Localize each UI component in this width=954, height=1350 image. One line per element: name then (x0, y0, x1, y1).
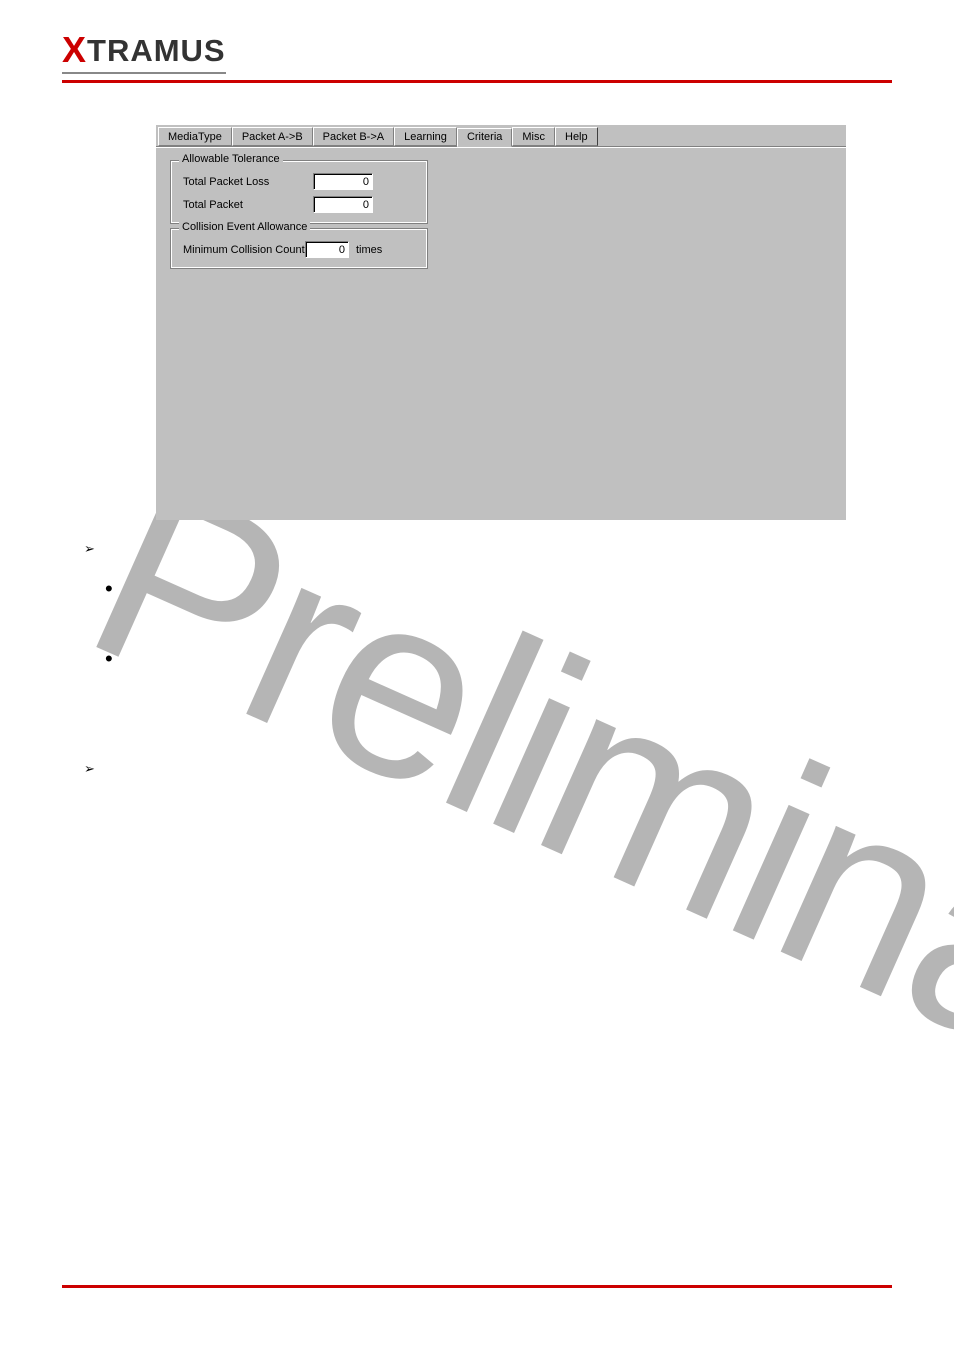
allowable-tolerance-group: Allowable Tolerance Total Packet Loss To… (170, 160, 428, 224)
tab-packet-b-a[interactable]: Packet B->A (313, 127, 394, 146)
tab-mediatype[interactable]: MediaType (158, 127, 232, 146)
tab-packet-a-b[interactable]: Packet A->B (232, 127, 313, 146)
collision-event-allowance-group: Collision Event Allowance Minimum Collis… (170, 228, 428, 269)
settings-dialog: MediaType Packet A->B Packet B->A Learni… (156, 125, 846, 520)
brand-underline (62, 72, 226, 74)
chevron-icon: ➢ (84, 761, 95, 777)
bullet-icon: • (105, 655, 113, 663)
criteria-panel-body: Allowable Tolerance Total Packet Loss To… (156, 147, 846, 285)
bullet-icon: • (105, 585, 113, 593)
total-packet-input[interactable] (313, 196, 373, 213)
minimum-collision-count-label: Minimum Collision Count (183, 244, 305, 256)
tab-help[interactable]: Help (555, 127, 598, 146)
watermark-text: Preliminary (52, 421, 954, 1196)
tab-misc[interactable]: Misc (512, 127, 555, 146)
tab-learning[interactable]: Learning (394, 127, 457, 146)
times-suffix: times (356, 244, 382, 256)
bottom-rule (62, 1285, 892, 1288)
allowable-tolerance-legend: Allowable Tolerance (179, 153, 283, 165)
brand-x: X (62, 29, 87, 70)
minimum-collision-count-input[interactable] (305, 241, 349, 258)
total-packet-loss-input[interactable] (313, 173, 373, 190)
brand-rest: TRAMUS (87, 33, 226, 68)
top-rule (62, 80, 892, 83)
collision-event-allowance-legend: Collision Event Allowance (179, 221, 310, 233)
chevron-icon: ➢ (84, 541, 95, 557)
brand-logo: XTRAMUS (62, 28, 226, 70)
tab-criteria[interactable]: Criteria (457, 128, 512, 147)
total-packet-loss-label: Total Packet Loss (183, 176, 313, 188)
tab-strip: MediaType Packet A->B Packet B->A Learni… (156, 125, 846, 147)
total-packet-label: Total Packet (183, 199, 313, 211)
